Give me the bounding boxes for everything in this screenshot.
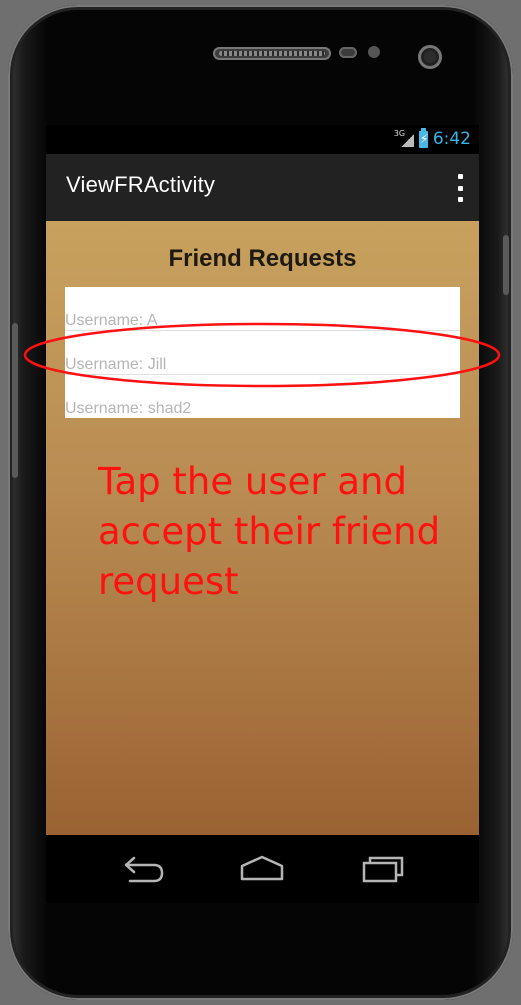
front-camera (418, 45, 442, 69)
back-icon (124, 856, 164, 883)
highlight-ellipse (23, 322, 501, 388)
page-title: Friend Requests (168, 245, 357, 272)
signal-bars-icon (400, 134, 414, 147)
home-button[interactable] (234, 849, 290, 889)
action-bar: ViewFRActivity (46, 154, 479, 221)
recent-apps-button[interactable] (356, 849, 412, 889)
volume-button (12, 323, 18, 478)
navigation-bar (46, 835, 479, 903)
recent-apps-icon (362, 856, 404, 883)
overflow-menu-icon[interactable] (455, 174, 465, 202)
power-button (503, 235, 509, 295)
battery-icon: ⚡ (418, 127, 429, 148)
list-item-label: Username: shad2 (65, 400, 192, 417)
proximity-sensor (339, 47, 357, 58)
app-title: ViewFRActivity (66, 172, 216, 197)
earpiece-speaker (213, 47, 331, 60)
main-content: Friend Requests Username: A Username: Ji… (46, 221, 479, 835)
signal-icon: 3G (394, 129, 414, 149)
instruction-text: Tap the user and accept their friend req… (98, 460, 441, 603)
status-icons: 3G ⚡ 6:42 (394, 127, 471, 150)
home-icon (240, 855, 284, 881)
status-time: 6:42 (432, 129, 471, 149)
back-button[interactable] (116, 849, 172, 889)
status-bar: 3G ⚡ 6:42 (46, 125, 479, 154)
device-screen: 3G ⚡ 6:42 ViewFRActivity Friend Requests… (46, 125, 479, 835)
light-sensor (368, 46, 380, 58)
